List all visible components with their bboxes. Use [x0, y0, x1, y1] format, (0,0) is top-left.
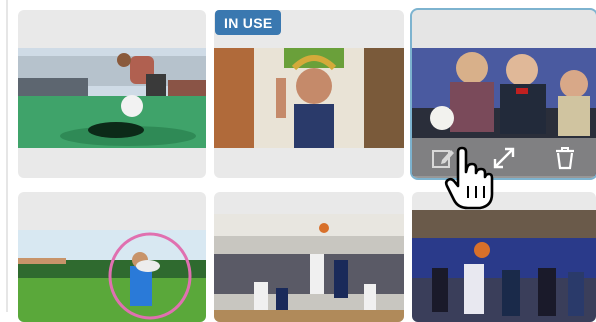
media-card-6[interactable]	[412, 192, 596, 322]
card-action-toolbar	[412, 138, 596, 178]
media-card-4[interactable]	[18, 192, 206, 322]
left-divider	[6, 0, 8, 312]
basketball-crowd-photo	[412, 210, 596, 322]
basketball-game-photo	[214, 214, 404, 322]
media-card-1[interactable]	[18, 10, 206, 178]
person-with-decoration-photo	[214, 48, 404, 148]
media-card-3-selected[interactable]	[410, 8, 596, 180]
media-card-5[interactable]	[214, 192, 404, 322]
expand-icon	[493, 147, 515, 169]
hula-hoop-photo	[18, 230, 206, 322]
golf-putting-photo	[18, 48, 206, 148]
trash-icon	[556, 147, 575, 170]
media-card-2[interactable]	[214, 10, 404, 178]
hand-cursor-icon	[444, 146, 494, 210]
delete-button[interactable]	[548, 141, 582, 175]
in-use-badge: IN USE	[215, 10, 282, 35]
